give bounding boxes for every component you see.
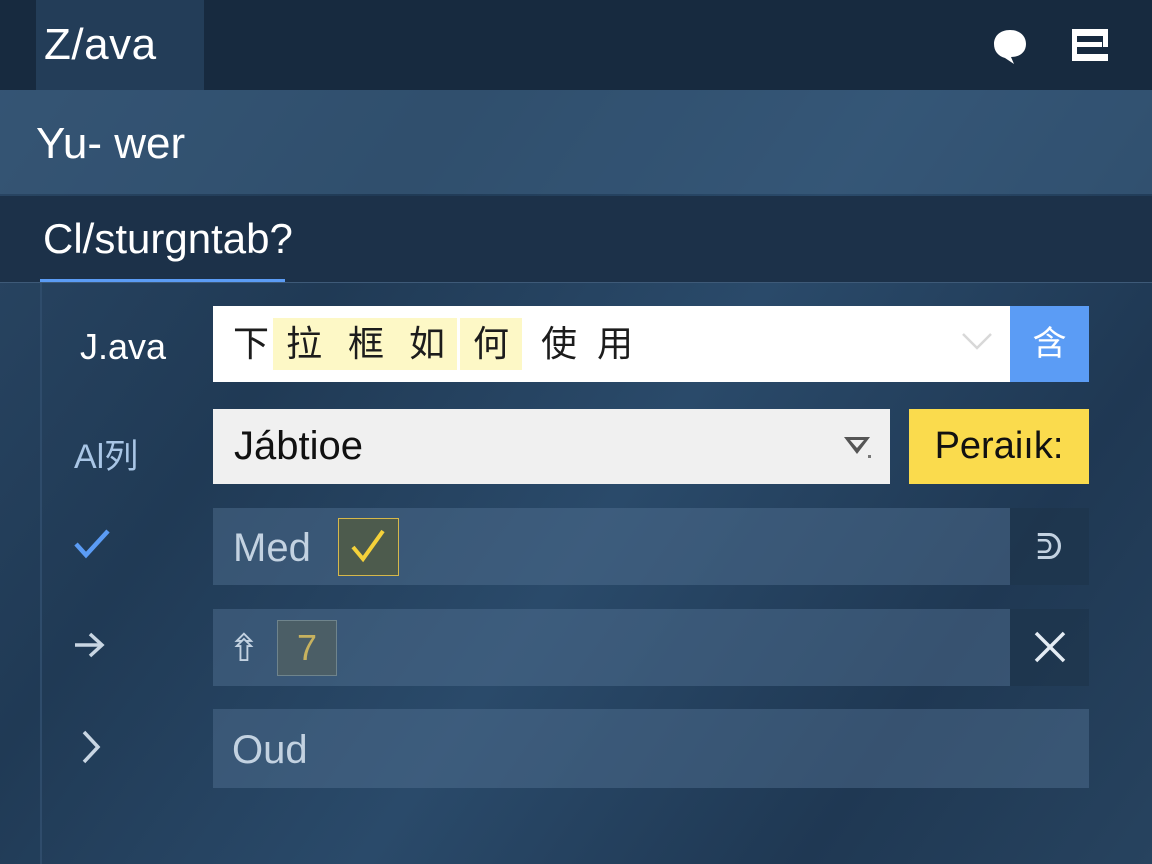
combo-char: 使 (540, 323, 577, 364)
select-value: Jábtioe (234, 424, 363, 468)
combo-char: 拉 (273, 318, 335, 370)
text-field-oud[interactable] (213, 709, 1089, 788)
dropdown-arrow-icon[interactable] (842, 434, 872, 463)
upload-icon: ⇮ (228, 628, 260, 670)
close-icon (1034, 631, 1066, 663)
combo-text: 下 拉 框 如 何 使 用 (213, 306, 653, 382)
combo-char: 何 (460, 318, 522, 370)
check-icon (351, 529, 385, 563)
tab-active[interactable]: Cl/sturgntab? (43, 215, 293, 263)
primary-button[interactable]: Peraiık: (909, 409, 1089, 484)
clear-button[interactable] (1010, 609, 1089, 686)
combo-char: 下 (232, 323, 269, 364)
chevron-down-icon[interactable] (960, 330, 994, 359)
combo-char: 用 (596, 323, 633, 364)
select-dot (868, 455, 871, 458)
arrow-right-icon (72, 629, 106, 661)
window-icon[interactable] (1068, 26, 1112, 64)
chevron-right-icon (78, 729, 104, 765)
divider (0, 282, 1152, 283)
row-label-ai: Al列 (74, 438, 139, 476)
combo-action-button[interactable]: 含 (1010, 306, 1089, 382)
app-title: Z/ava (44, 20, 157, 69)
side-glyph: ᕲ (1036, 526, 1063, 567)
value-box[interactable]: 7 (277, 620, 337, 676)
section-title: Yu- wer (36, 119, 186, 168)
field-text-oud: Oud (232, 728, 308, 772)
panel-border (40, 283, 42, 864)
combo-char: 框 (334, 318, 398, 370)
field-text-med: Med (233, 526, 311, 570)
combo-box[interactable]: 下 拉 框 如 何 使 用 (213, 306, 1010, 382)
row-label-java: J.ava (80, 326, 167, 367)
text-field-med[interactable] (213, 508, 1010, 585)
checkmark-icon (72, 526, 112, 562)
chat-bubble-icon[interactable] (990, 26, 1030, 66)
checkbox[interactable] (338, 518, 399, 576)
combo-char: 如 (397, 318, 457, 370)
